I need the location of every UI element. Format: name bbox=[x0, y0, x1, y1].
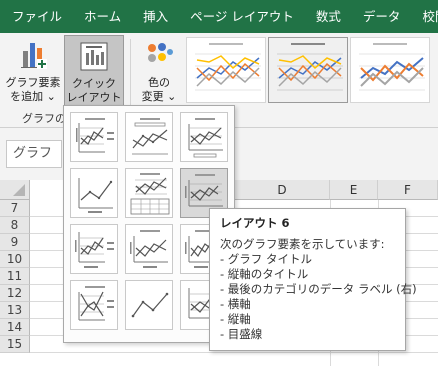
layout-8-preview bbox=[130, 230, 168, 268]
tab-data[interactable]: データ bbox=[352, 0, 412, 33]
chart-layouts-group-label: グラフの bbox=[22, 112, 66, 125]
layout-7-preview bbox=[75, 232, 114, 268]
quick-layout-button[interactable]: クイック レイアウト ⌄ bbox=[64, 35, 124, 118]
tooltip-item: - グラフ タイトル bbox=[220, 252, 312, 266]
quick-layout-8[interactable] bbox=[125, 224, 173, 274]
quick-layout-label-1: クイック bbox=[72, 77, 116, 90]
column-header-e[interactable]: E bbox=[330, 180, 378, 200]
row-header-7[interactable]: 7 bbox=[0, 200, 30, 217]
layout-11-preview bbox=[131, 292, 169, 318]
layout-1-preview bbox=[76, 118, 114, 153]
grid-line bbox=[30, 352, 438, 353]
column-header-f[interactable]: F bbox=[378, 180, 438, 200]
chart-styles-gallery bbox=[186, 37, 438, 103]
row-header-11[interactable]: 11 bbox=[0, 268, 30, 285]
quick-layout-tooltip: レイアウト 6 次のグラフ要素を示しています: - グラフ タイトル - 縦軸の… bbox=[209, 208, 417, 351]
chart-style-3[interactable] bbox=[350, 37, 430, 103]
palette-icon bbox=[148, 43, 173, 62]
chart-style-2-preview bbox=[277, 43, 343, 91]
chart-style-1-preview bbox=[195, 43, 261, 91]
row-header-8[interactable]: 8 bbox=[0, 217, 30, 234]
tab-page-layout[interactable]: ページ レイアウト bbox=[179, 0, 305, 33]
chart-style-3-preview bbox=[359, 43, 425, 91]
tab-insert[interactable]: 挿入 bbox=[132, 0, 179, 33]
quick-layout-1[interactable] bbox=[70, 112, 118, 162]
add-chart-element-label-2: を追加 ⌄ bbox=[10, 90, 56, 103]
quick-layout-7[interactable] bbox=[70, 224, 118, 274]
layout-10-preview bbox=[78, 286, 114, 321]
ribbon-tab-bar: ファイル ホーム 挿入 ページ レイアウト 数式 データ 校閲 bbox=[0, 0, 438, 33]
tab-review[interactable]: 校閲 bbox=[411, 0, 438, 33]
quick-layout-11[interactable] bbox=[125, 280, 173, 330]
tooltip-item: - 目盛線 bbox=[220, 327, 263, 341]
change-colors-button[interactable]: 色の 変更 ⌄ bbox=[136, 35, 182, 109]
quick-layout-2[interactable] bbox=[125, 112, 173, 162]
row-header-10[interactable]: 10 bbox=[0, 251, 30, 268]
tab-home[interactable]: ホーム bbox=[73, 0, 132, 33]
tooltip-title: レイアウト 6 bbox=[220, 216, 290, 230]
layout-2-preview bbox=[132, 118, 168, 155]
chart-style-1[interactable] bbox=[186, 37, 266, 103]
row-header-13[interactable]: 13 bbox=[0, 302, 30, 319]
add-chart-element-icon bbox=[21, 43, 47, 69]
row-header-15[interactable]: 15 bbox=[0, 336, 30, 353]
quick-layout-icon bbox=[80, 42, 108, 71]
tooltip-item: - 縦軸のタイトル bbox=[220, 267, 309, 281]
chart-style-2[interactable] bbox=[268, 37, 348, 103]
quick-layout-3[interactable] bbox=[180, 112, 228, 162]
tooltip-description: 次のグラフ要素を示しています: bbox=[220, 237, 385, 251]
quick-layout-10[interactable] bbox=[70, 280, 118, 330]
ribbon-separator bbox=[130, 39, 131, 109]
name-box[interactable]: グラフ bbox=[6, 140, 62, 168]
tab-file[interactable]: ファイル bbox=[0, 0, 73, 33]
tooltip-item: - 縦軸 bbox=[220, 312, 251, 326]
tab-formulas[interactable]: 数式 bbox=[305, 0, 352, 33]
layout-4-preview bbox=[78, 178, 113, 213]
add-chart-element-label-1: グラフ要素 bbox=[5, 76, 61, 89]
select-all-triangle bbox=[13, 184, 25, 196]
tooltip-item: - 横軸 bbox=[220, 297, 251, 311]
tooltip-item: - 最後のカテゴリのデータ ラベル (右) bbox=[220, 282, 417, 296]
change-colors-label-2: 変更 ⌄ bbox=[141, 90, 177, 103]
row-header-14[interactable]: 14 bbox=[0, 319, 30, 336]
quick-layout-4[interactable] bbox=[70, 168, 118, 218]
add-chart-element-button[interactable]: グラフ要素 を追加 ⌄ bbox=[4, 35, 62, 109]
quick-layout-5[interactable] bbox=[125, 168, 173, 218]
row-header-9[interactable]: 9 bbox=[0, 234, 30, 251]
change-colors-label-1: 色の bbox=[148, 76, 170, 89]
column-header-d[interactable]: D bbox=[235, 180, 330, 200]
layout-5-preview bbox=[130, 173, 170, 215]
layout-3-preview bbox=[188, 118, 223, 158]
row-header-12[interactable]: 12 bbox=[0, 285, 30, 302]
